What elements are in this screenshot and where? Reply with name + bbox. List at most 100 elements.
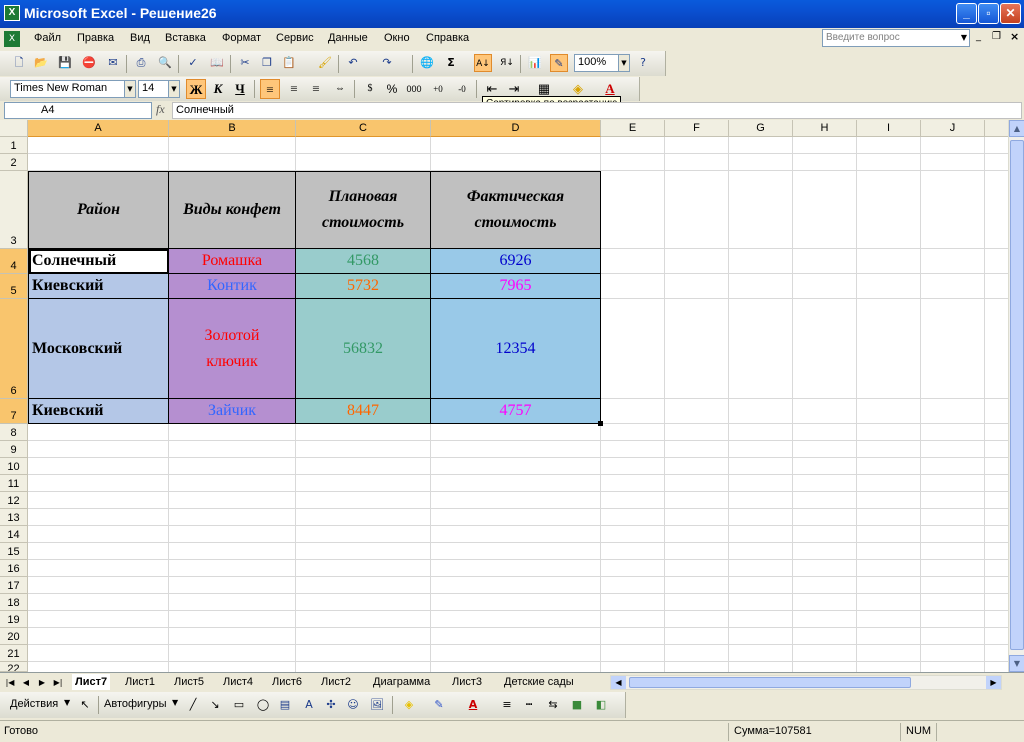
sort-ascending-icon[interactable]: A↓ — [474, 54, 492, 72]
cell-b7[interactable]: Зайчик — [169, 399, 296, 424]
shadow-icon[interactable]: ■ — [568, 696, 586, 714]
font-color-icon[interactable]: A — [464, 696, 482, 714]
cell-c4[interactable]: 4568 — [296, 249, 431, 274]
menu-help[interactable]: Справка — [426, 32, 469, 44]
scroll-thumb[interactable] — [1010, 140, 1024, 650]
next-sheet-icon[interactable]: ▶ — [36, 676, 48, 689]
merge-center-icon[interactable]: ⇔ — [330, 79, 350, 99]
row-header-3[interactable]: 3 — [0, 171, 28, 249]
new-icon[interactable]: 🗋 — [10, 54, 28, 72]
sheet-tab-list7[interactable]: Лист7 — [72, 674, 111, 690]
align-right-icon[interactable]: ≡ — [306, 79, 326, 99]
doc-minimize-icon[interactable]: _ — [976, 31, 981, 42]
currency-icon[interactable]: $ — [360, 79, 380, 99]
column-header-c[interactable]: C — [296, 120, 431, 137]
header-planned-cost[interactable]: Плановая стоимость — [296, 172, 431, 249]
row-header-11[interactable]: 11 — [0, 475, 28, 492]
scroll-up-icon[interactable]: ▲ — [1009, 120, 1024, 137]
sheet-tab-list2[interactable]: Лист2 — [318, 674, 354, 690]
select-all-button[interactable] — [0, 120, 28, 137]
name-box[interactable]: A4 — [4, 102, 152, 119]
row-header-9[interactable]: 9 — [0, 441, 28, 458]
arrow-style-icon[interactable]: ⇆ — [544, 696, 562, 714]
actions-menu[interactable]: Действия — [10, 698, 58, 710]
select-objects-icon[interactable]: ↖ — [76, 696, 94, 714]
cell-c6[interactable]: 56832 — [296, 299, 431, 399]
column-header-a[interactable]: A — [28, 120, 169, 137]
menu-view[interactable]: Вид — [130, 32, 150, 44]
arrow-icon[interactable]: ↘ — [206, 696, 224, 714]
row-header-12[interactable]: 12 — [0, 492, 28, 509]
autosum-icon[interactable]: Σ — [442, 54, 460, 72]
column-header-j[interactable]: J — [921, 120, 985, 137]
sheet-tab-list3[interactable]: Лист3 — [449, 674, 485, 690]
sheet-tab-list1[interactable]: Лист1 — [122, 674, 158, 690]
header-district[interactable]: Район — [29, 172, 169, 249]
paste-icon[interactable]: 📋 — [280, 54, 298, 72]
column-header-i[interactable]: I — [857, 120, 921, 137]
email-icon[interactable]: ✉ — [104, 54, 122, 72]
format-painter-icon[interactable]: 🖌 — [316, 54, 334, 72]
help-icon[interactable]: ? — [634, 54, 652, 72]
align-center-icon[interactable]: ≡ — [284, 79, 304, 99]
menu-format[interactable]: Формат — [222, 32, 261, 44]
oval-icon[interactable]: ◯ — [254, 696, 272, 714]
row-header-16[interactable]: 16 — [0, 560, 28, 577]
row-header-8[interactable]: 8 — [0, 424, 28, 441]
font-name-select[interactable]: Times New Roman — [10, 80, 126, 98]
underline-button[interactable]: Ч — [230, 79, 250, 99]
cell-c5[interactable]: 5732 — [296, 274, 431, 299]
ask-question-input[interactable]: Введите вопрос — [822, 29, 970, 47]
sheet-tab-kindergartens[interactable]: Детские сады — [501, 674, 577, 690]
column-header-g[interactable]: G — [729, 120, 793, 137]
menu-insert[interactable]: Вставка — [165, 32, 206, 44]
decrease-decimal-icon[interactable]: -0 — [452, 79, 472, 99]
chevron-down-icon[interactable]: ▼ — [168, 80, 180, 98]
save-icon[interactable]: 💾 — [56, 54, 74, 72]
menu-data[interactable]: Данные — [328, 32, 368, 44]
cell-a6[interactable]: Московский — [29, 299, 169, 399]
chevron-down-icon[interactable]: ▼ — [618, 54, 630, 72]
row-header-10[interactable]: 10 — [0, 458, 28, 475]
cell-a7[interactable]: Киевский — [29, 399, 169, 424]
first-sheet-icon[interactable]: |◀ — [4, 676, 16, 689]
chart-wizard-icon[interactable]: 📊 — [526, 54, 544, 72]
horizontal-scrollbar[interactable]: ◀ ▶ — [610, 675, 1002, 690]
picture-icon[interactable]: 🖼 — [368, 696, 386, 714]
scroll-down-icon[interactable]: ▼ — [1009, 655, 1024, 672]
cut-icon[interactable]: ✂ — [236, 54, 254, 72]
header-candy-type[interactable]: Виды конфет — [169, 172, 296, 249]
scroll-right-icon[interactable]: ▶ — [986, 676, 1001, 689]
row-header-22[interactable]: 22 — [0, 662, 28, 672]
row-header-7[interactable]: 7 — [0, 399, 28, 424]
increase-decimal-icon[interactable]: +0 — [428, 79, 448, 99]
menu-window[interactable]: Окно — [384, 32, 410, 44]
print-icon[interactable]: ⎙ — [132, 54, 150, 72]
workbook-icon[interactable]: X — [4, 31, 20, 47]
sort-descending-icon[interactable]: Я↓ — [498, 54, 516, 72]
sheet-tab-list6[interactable]: Лист6 — [269, 674, 305, 690]
wordart-icon[interactable]: A — [300, 696, 318, 714]
spelling-icon[interactable]: ✓ — [184, 54, 202, 72]
prev-sheet-icon[interactable]: ◀ — [20, 676, 32, 689]
menu-tools[interactable]: Сервис — [276, 32, 314, 44]
research-icon[interactable]: 📖 — [208, 54, 226, 72]
formula-input[interactable]: Солнечный — [172, 102, 1022, 119]
column-header-b[interactable]: B — [169, 120, 296, 137]
column-header-d[interactable]: D — [431, 120, 601, 137]
diagram-icon[interactable]: ✣ — [322, 696, 340, 714]
cell-a5[interactable]: Киевский — [29, 274, 169, 299]
column-header-h[interactable]: H — [793, 120, 857, 137]
dash-style-icon[interactable]: ┅ — [520, 696, 538, 714]
row-header-13[interactable]: 13 — [0, 509, 28, 526]
minimize-button[interactable]: _ — [956, 3, 977, 24]
bold-button[interactable]: Ж — [186, 79, 206, 99]
permission-icon[interactable]: ⛔ — [80, 54, 98, 72]
line-color-icon[interactable]: ✎ — [430, 696, 448, 714]
scroll-left-icon[interactable]: ◀ — [611, 676, 626, 689]
sheet-tab-list4[interactable]: Лист4 — [220, 674, 256, 690]
cell-b6[interactable]: Золотой ключик — [169, 299, 296, 399]
open-icon[interactable]: 📂 — [32, 54, 50, 72]
column-header-k[interactable] — [985, 120, 1008, 137]
row-header-19[interactable]: 19 — [0, 611, 28, 628]
